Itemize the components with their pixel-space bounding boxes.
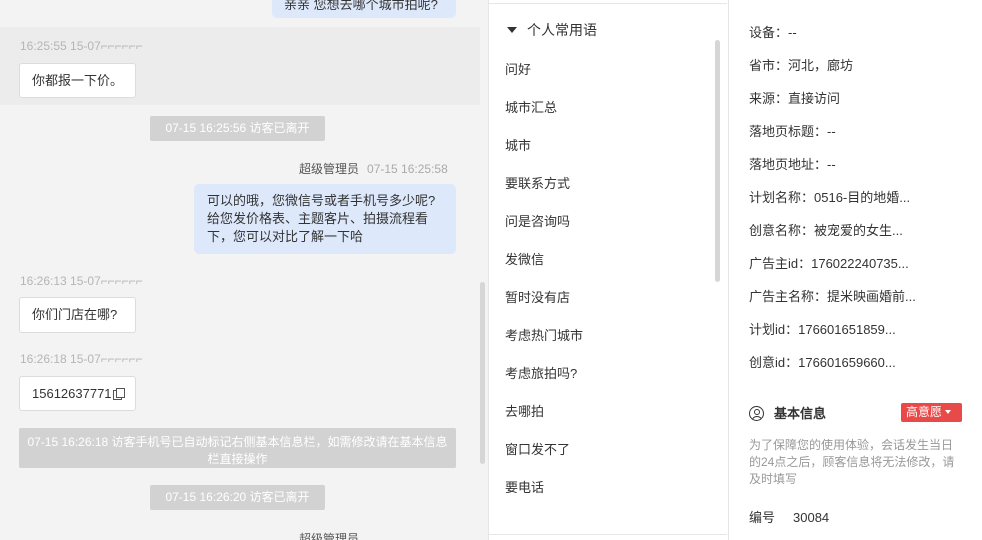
- agent-message-meta: 超级管理员 07-15 16:25:58: [299, 160, 448, 177]
- serial-value: 30084: [793, 510, 830, 525]
- info-advertiser-name: 广告主名称：提米映画婚前...: [749, 289, 916, 304]
- info-landing-title: 落地页标题：--: [749, 124, 836, 139]
- chat-panel: 亲亲 您想去哪个城市拍呢? 16:25:55 15-07⌐⌐⌐⌐⌐⌐ 你都报一下…: [0, 0, 488, 540]
- visitor-message-bubble: 15612637771: [19, 376, 136, 411]
- phrase-item[interactable]: 去哪拍: [505, 401, 544, 420]
- system-notice: 07-15 16:26:18 访客手机号已自动标记右侧基本信息栏，如需修改请在基…: [19, 428, 456, 468]
- phrases-group-title: 个人常用语: [527, 22, 597, 38]
- copy-icon[interactable]: [112, 388, 125, 400]
- chat-scrollbar[interactable]: [480, 282, 485, 464]
- agent-message-text: 亲亲 您想去哪个城市拍呢?: [284, 0, 438, 12]
- caret-down-icon: [507, 27, 517, 33]
- intent-dropdown[interactable]: 高意愿: [901, 403, 962, 422]
- info-landing-url: 落地页地址：--: [749, 157, 836, 172]
- phrase-item[interactable]: 要电话: [505, 477, 544, 496]
- agent-message-bubble: 亲亲 您想去哪个城市拍呢?: [272, 0, 456, 18]
- agent-name: 超级管理员: [299, 532, 360, 540]
- visitor-message-bubble: 你都报一下价。: [19, 63, 136, 98]
- info-region: 省市：河北，廊坊: [749, 58, 854, 73]
- system-notice: 07-15 16:25:56 访客已离开: [150, 116, 325, 141]
- agent-message-time: 07-15 16:25:58: [367, 162, 448, 176]
- basic-info-header: 基本信息: [749, 403, 826, 422]
- common-phrases-panel: 个人常用语 问好 城市汇总 城市 要联系方式 问是咨询吗 发微信 暂时没有店 考…: [488, 0, 728, 540]
- phrase-item[interactable]: 考虑热门城市: [505, 325, 583, 344]
- info-plan-id: 计划id：176601651859...: [749, 322, 896, 337]
- visitor-info-panel: 设备：-- 省市：河北，廊坊 来源：直接访问 落地页标题：-- 落地页地址：--…: [728, 0, 982, 540]
- serial-label: 编号: [749, 510, 776, 525]
- phrase-item[interactable]: 问好: [505, 59, 531, 78]
- basic-info-title: 基本信息: [774, 406, 827, 421]
- visitor-message-text: 你们门店在哪?: [32, 307, 118, 322]
- visitor-message-text: 你都报一下价。: [32, 73, 124, 88]
- user-circle-icon: [749, 406, 764, 421]
- agent-name: 超级管理员: [299, 162, 360, 176]
- phrase-item[interactable]: 城市汇总: [505, 97, 557, 116]
- phrase-item[interactable]: 城市: [505, 135, 531, 154]
- phrase-item[interactable]: 发微信: [505, 249, 544, 268]
- visitor-phone-text[interactable]: 15612637771: [32, 386, 112, 401]
- info-creative-id: 创意id：176601659660...: [749, 355, 896, 370]
- phrases-group-header[interactable]: 个人常用语: [507, 20, 597, 40]
- basic-info-note: 为了保障您的使用体验，会话发生当日的24点之后，顾客信息将无法修改，请及时填写: [749, 438, 955, 486]
- intent-label: 高意愿: [906, 405, 943, 419]
- phrase-item[interactable]: 窗口发不了: [505, 439, 570, 458]
- info-creative-name: 创意名称：被宠爱的女生...: [749, 223, 903, 238]
- visitor-message-meta: 16:25:55 15-07⌐⌐⌐⌐⌐⌐: [20, 39, 143, 53]
- phrases-scrollbar[interactable]: [715, 40, 720, 282]
- visitor-message-meta: 16:26:13 15-07⌐⌐⌐⌐⌐⌐: [20, 274, 143, 288]
- phrase-item[interactable]: 考虑旅拍吗?: [505, 363, 577, 382]
- visitor-message-meta: 16:26:18 15-07⌐⌐⌐⌐⌐⌐: [20, 352, 143, 366]
- serial-number-row: 编号 30084: [749, 507, 829, 526]
- system-notice: 07-15 16:26:20 访客已离开: [150, 485, 325, 510]
- visitor-message-bubble: 你们门店在哪?: [19, 297, 136, 333]
- caret-down-icon: [945, 410, 952, 414]
- phrase-item[interactable]: 暂时没有店: [505, 287, 570, 306]
- info-advertiser-id: 广告主id：176022240735...: [749, 256, 909, 271]
- phrase-item[interactable]: 要联系方式: [505, 173, 570, 192]
- info-source: 来源：直接访问: [749, 91, 841, 106]
- phrase-item[interactable]: 问是咨询吗: [505, 211, 570, 230]
- info-device: 设备：--: [749, 25, 797, 40]
- agent-message-text: 可以的哦，您微信号或者手机号多少呢?给您发价格表、主题客片、拍摄流程看下，您可以…: [207, 193, 436, 244]
- agent-message-bubble: 可以的哦，您微信号或者手机号多少呢?给您发价格表、主题客片、拍摄流程看下，您可以…: [194, 184, 456, 254]
- info-plan-name: 计划名称：0516-目的地婚...: [749, 190, 911, 205]
